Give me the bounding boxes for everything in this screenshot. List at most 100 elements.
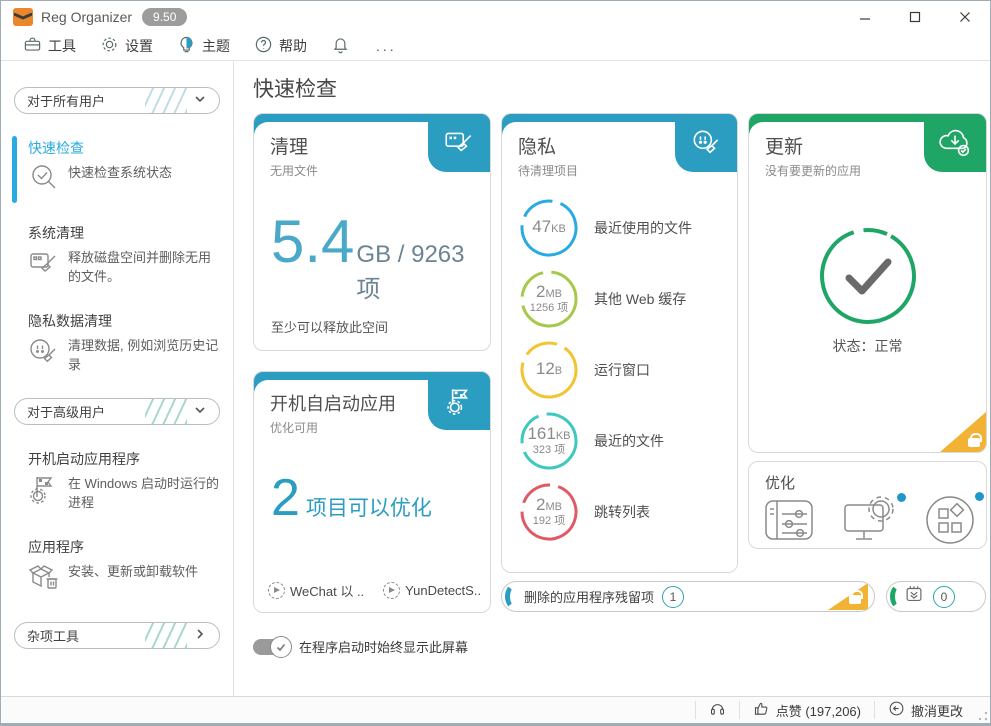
quick-check-icon [28, 162, 60, 199]
stripes-decoration [145, 398, 187, 425]
chevron-down-icon [193, 92, 207, 109]
privacy-item-label: 最近的文件 [594, 431, 664, 451]
show-on-startup-toggle-row: 在程序启动时始终显示此屏幕 [253, 637, 468, 656]
size-ring: 47KB [518, 197, 580, 259]
sidebar: 对于所有用户 快速检查 快速检查系统状态 系统清理 [1, 61, 234, 696]
privacy-item-recent-used-files[interactable]: 47KB 最近使用的文件 [518, 192, 727, 263]
help-label: 帮助 [279, 36, 307, 56]
lock-icon [849, 595, 861, 604]
item-subtitle: 快速检查系统状态 [68, 162, 172, 199]
app-window: Reg Organizer 9.50 工具 设置 [0, 0, 991, 726]
privacy-item-label: 最近使用的文件 [594, 218, 692, 238]
apps-manager-icon[interactable] [924, 494, 976, 549]
cleanup-size-detail: GB / 9263 项 [356, 241, 490, 304]
item-title: 应用程序 [28, 537, 220, 557]
sidebar-item-applications[interactable]: 应用程序 安装、更新或卸载软件 [14, 537, 220, 598]
system-tweaks-icon[interactable] [842, 495, 898, 549]
minimize-button[interactable] [840, 1, 890, 32]
privacy-item-label: 跳转列表 [594, 502, 650, 522]
leftovers-label: 删除的应用程序残留项 [524, 587, 654, 606]
settings-button[interactable]: 设置 [88, 32, 165, 60]
locked-feature-corner[interactable] [940, 412, 986, 452]
more-menu-button[interactable]: ... [362, 38, 411, 54]
settings-label: 设置 [125, 36, 153, 56]
privacy-item-recent-files[interactable]: 161KB323 项 最近的文件 [518, 405, 727, 476]
privacy-item-label: 运行窗口 [594, 360, 650, 380]
autorun-gear-icon [268, 582, 285, 599]
startup-app-entry[interactable]: WeChat 以 ... [268, 581, 365, 600]
sidebar-item-quick-check[interactable]: 快速检查 快速检查系统状态 [14, 138, 220, 199]
stripes-decoration [145, 622, 187, 649]
briefcase-icon [23, 35, 42, 57]
gear-icon [100, 35, 119, 57]
privacy-broom-icon [675, 114, 737, 172]
cleanup-broom-icon [428, 114, 490, 172]
resize-grip[interactable] [978, 711, 988, 721]
update-cloud-icon [924, 114, 986, 172]
stripes-decoration [145, 87, 187, 114]
like-label: 点赞 (197,206) [776, 701, 861, 720]
help-button[interactable]: 帮助 [242, 32, 319, 60]
card-title: 开机自启动应用 [270, 390, 428, 416]
toolbar: 工具 设置 主题 帮助 ... [1, 32, 990, 61]
maximize-button[interactable] [890, 1, 940, 32]
sidebar-item-startup-apps[interactable]: 开机启动应用程序 在 Windows 启动时运行的进程 [14, 449, 220, 513]
sidebar-group-all-users[interactable]: 对于所有用户 [14, 87, 220, 114]
sidebar-item-system-cleanup[interactable]: 系统清理 释放磁盘空间并删除无用的文件。 [14, 223, 220, 287]
deep-scan-count: 0 [933, 586, 955, 608]
item-subtitle: 安装、更新或卸载软件 [68, 561, 198, 598]
theme-label: 主题 [202, 36, 230, 56]
undo-icon [888, 700, 905, 720]
support-button[interactable] [695, 701, 739, 719]
app-leftovers-bar[interactable]: 删除的应用程序残留项 1 [501, 581, 875, 612]
item-subtitle: 在 Windows 启动时运行的进程 [68, 473, 220, 513]
card-subtitle: 没有要更新的应用 [765, 162, 924, 179]
undo-changes-button[interactable]: 撤消更改 [874, 701, 976, 719]
tools-menu-button[interactable]: 工具 [11, 32, 88, 60]
group-label: 杂项工具 [27, 626, 79, 645]
notifications-button[interactable] [319, 32, 362, 60]
cleanup-card[interactable]: 清理 无用文件 5.4 GB / 9263 项 至少可以释放此空间 [253, 113, 491, 351]
deep-scan-bar[interactable]: 0 [886, 581, 986, 612]
sidebar-group-advanced-users[interactable]: 对于高级用户 [14, 398, 220, 425]
chevron-right-icon [193, 627, 207, 644]
theme-button[interactable]: 主题 [165, 32, 242, 60]
size-ring: 2MB1256 项 [518, 268, 580, 330]
toggle-knob-check-icon [270, 636, 292, 658]
startup-app-name: WeChat 以 ... [290, 581, 365, 600]
locked-feature-corner[interactable] [828, 583, 868, 610]
like-button[interactable]: 点赞 (197,206) [739, 701, 874, 719]
startup-flag-icon [428, 372, 490, 430]
startup-count-value: 2 [271, 472, 300, 524]
toggle-switch[interactable] [253, 639, 289, 655]
privacy-item-web-cache[interactable]: 2MB1256 项 其他 Web 缓存 [518, 263, 727, 334]
sidebar-item-privacy-cleanup[interactable]: 隐私数据清理 清理数据, 例如浏览历史记录 [14, 311, 220, 375]
privacy-item-jump-lists[interactable]: 2MB192 项 跳转列表 [518, 476, 727, 547]
cleanup-size-value: 5.4 [271, 212, 354, 272]
optimize-card[interactable]: 优化 [748, 461, 987, 549]
version-badge: 9.50 [142, 8, 187, 26]
startup-card[interactable]: 开机自启动应用 优化可用 2 项目可以优化 WeChat 以 ... YunDe… [253, 371, 491, 613]
update-card[interactable]: 更新 没有要更新的应用 状态：正常 [748, 113, 987, 453]
card-title: 隐私 [518, 132, 675, 159]
privacy-card[interactable]: 隐私 待清理项目 47KB 最近使用的文件 2MB1256 [501, 113, 738, 573]
item-title: 开机启动应用程序 [28, 449, 220, 469]
startup-app-entry[interactable]: YunDetectS... [383, 581, 482, 600]
cleanup-footnote: 至少可以释放此空间 [271, 317, 388, 336]
status-ok-check-icon [816, 224, 920, 333]
headphones-icon [709, 700, 726, 720]
lock-icon [968, 438, 980, 447]
sidebar-group-misc-tools[interactable]: 杂项工具 [14, 622, 220, 649]
accent-arc [505, 584, 523, 609]
size-ring: 161KB323 项 [518, 410, 580, 472]
accent-arc [890, 584, 908, 609]
settings-panel-icon[interactable] [763, 497, 815, 548]
item-subtitle: 释放磁盘空间并删除无用的文件。 [68, 247, 220, 287]
titlebar: Reg Organizer 9.50 [1, 1, 990, 32]
card-title: 优化 [765, 472, 795, 493]
size-ring: 2MB192 项 [518, 481, 580, 543]
chevron-down-icon [193, 403, 207, 420]
close-button[interactable] [940, 1, 990, 32]
statusbar: 点赞 (197,206) 撤消更改 [1, 696, 990, 723]
privacy-item-run-windows[interactable]: 12B 运行窗口 [518, 334, 727, 405]
